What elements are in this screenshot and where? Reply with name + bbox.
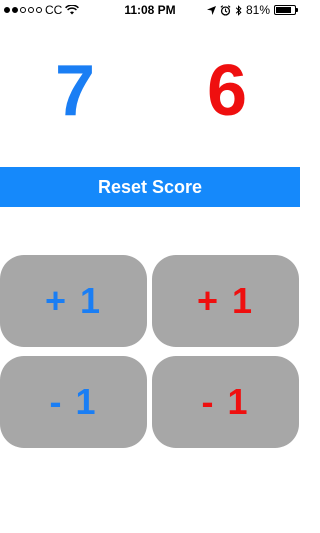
right-plus-one-button[interactable]: + 1 [152, 255, 299, 347]
left-minus-one-button[interactable]: - 1 [0, 356, 147, 448]
bluetooth-icon [235, 4, 242, 16]
reset-score-button[interactable]: Reset Score [0, 167, 300, 207]
status-bar: CC 11:08 PM 81% [0, 0, 300, 20]
right-minus-one-button[interactable]: - 1 [152, 356, 299, 448]
battery-fill [276, 7, 291, 13]
status-bar-right: 81% [206, 3, 298, 17]
right-team-score: 6 [206, 51, 248, 131]
battery-percent: 81% [245, 3, 270, 17]
battery-icon [274, 5, 298, 15]
location-arrow-icon [206, 5, 216, 15]
left-plus-one-button[interactable]: + 1 [0, 255, 147, 347]
left-team-score: 7 [54, 51, 96, 131]
alarm-icon [220, 4, 231, 16]
